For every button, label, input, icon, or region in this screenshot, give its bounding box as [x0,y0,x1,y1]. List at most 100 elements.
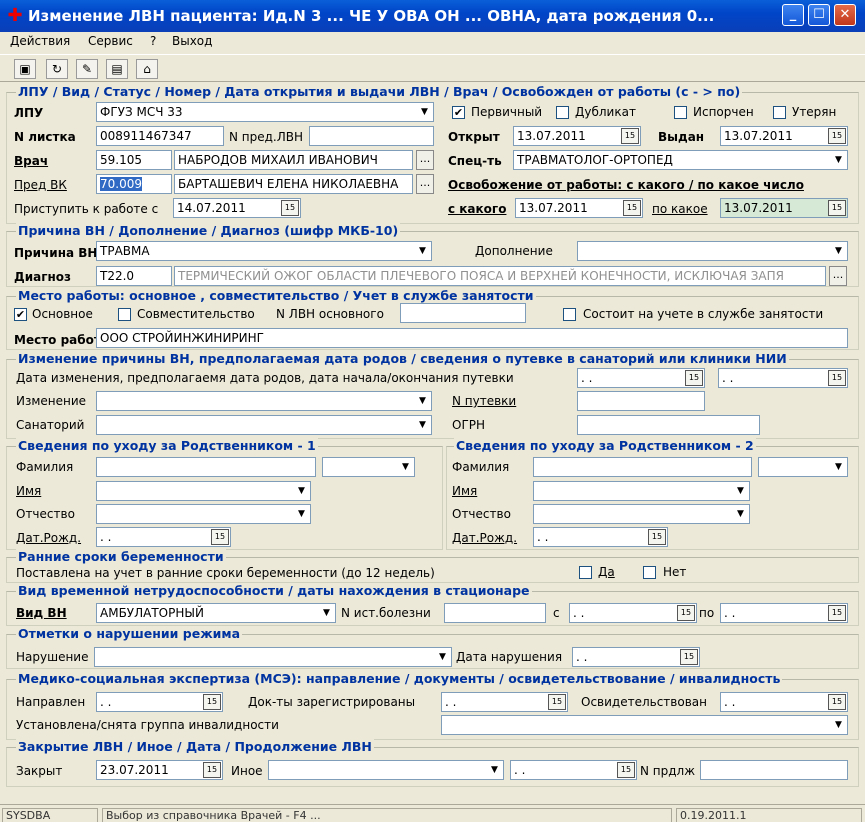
save-button[interactable]: ▣ [14,59,36,79]
menu-bar: Действия Сервис ? Выход [0,32,865,52]
menu-help[interactable]: ? [150,34,156,48]
book-button[interactable]: ▤ [106,59,128,79]
addition-select[interactable]: ▼ [577,241,848,261]
violation-select[interactable]: ▼ [94,647,452,667]
sanat-select[interactable]: ▼ [96,415,432,435]
other-select[interactable]: ▼ [268,760,504,780]
diag-code-input[interactable]: T22.0 [96,266,172,286]
nprev-input[interactable] [309,126,434,146]
cont-input[interactable] [700,760,848,780]
spoiled-checkbox[interactable] [674,106,687,119]
other-date[interactable]: . . 15 [510,760,637,780]
exam-date[interactable]: . . 15 [720,692,848,712]
calendar-icon[interactable]: 15 [685,370,703,386]
calendar-icon[interactable]: 15 [621,128,639,144]
calendar-icon[interactable]: 15 [211,529,229,545]
ogrn-input[interactable] [577,415,760,435]
change-select[interactable]: ▼ [96,391,432,411]
calendar-icon[interactable]: 15 [828,200,846,216]
change-date-1[interactable]: . . 15 [577,368,705,388]
docs-date[interactable]: . . 15 [441,692,568,712]
menu-exit[interactable]: Выход [172,34,212,48]
calendar-icon[interactable]: 15 [828,605,846,621]
stay-from-date[interactable]: . . 15 [569,603,697,623]
calendar-icon[interactable]: 15 [203,694,221,710]
doctor-code-input[interactable]: 59.105 [96,150,172,170]
issued-date[interactable]: 13.07.2011 15 [720,126,848,146]
return-date[interactable]: 14.07.2011 15 [173,198,301,218]
release-from-date[interactable]: 13.07.2011 15 [515,198,643,218]
doctor-name-input[interactable]: НАБРОДОВ МИХАИЛ ИВАНОВИЧ [174,150,413,170]
calendar-icon[interactable]: 15 [828,370,846,386]
doctor-lookup-button[interactable]: ... [416,150,434,170]
chevron-down-icon: ▼ [830,716,847,734]
rel1-surname-input[interactable] [96,457,316,477]
sent-date[interactable]: . . 15 [96,692,223,712]
stay-to-date[interactable]: . . 15 [720,603,848,623]
lost-checkbox[interactable] [773,106,786,119]
kind-select[interactable]: АМБУЛАТОРНЫЙ ▼ [96,603,336,623]
calendar-icon[interactable]: 15 [648,529,666,545]
calendar-icon[interactable]: 15 [281,200,299,216]
close-button[interactable]: ✕ [834,4,856,26]
employment-checkbox[interactable] [563,308,576,321]
chevron-down-icon: ▼ [732,482,749,500]
hist-input[interactable] [444,603,546,623]
rel2-patronymic-select[interactable]: ▼ [533,504,750,524]
release-to-date[interactable]: 13.07.2011 15 [720,198,848,218]
rel1-patronymic-select[interactable]: ▼ [96,504,311,524]
rel1-dob-date[interactable]: . . 15 [96,527,231,547]
calendar-icon[interactable]: 15 [680,649,698,665]
spec-value: ТРАВМАТОЛОГ-ОРТОПЕД [517,153,673,167]
partial-job-checkbox[interactable] [118,308,131,321]
change-date-2[interactable]: . . 15 [718,368,848,388]
nlist-input[interactable]: 008911467347 [96,126,224,146]
calendar-icon[interactable]: 15 [203,762,221,778]
rel2-kin-select[interactable]: ▼ [758,457,848,477]
refresh-button[interactable]: ↻ [46,59,68,79]
maximize-button[interactable]: ☐ [808,4,830,26]
opened-date[interactable]: 13.07.2011 15 [513,126,641,146]
pregnancy-no-checkbox[interactable] [643,566,656,579]
primary-checkbox[interactable]: ✔ [452,106,465,119]
vk-lookup-button[interactable]: ... [416,174,434,194]
rel1-name-select[interactable]: ▼ [96,481,311,501]
pregnancy-yes-label: Да [598,565,615,579]
closed-label: Закрыт [16,764,63,778]
docs-value: . . [445,695,457,709]
menu-actions[interactable]: Действия [10,34,70,48]
menu-service[interactable]: Сервис [88,34,133,48]
calendar-icon[interactable]: 15 [828,694,846,710]
pregnancy-yes-checkbox[interactable] [579,566,592,579]
spec-select[interactable]: ТРАВМАТОЛОГ-ОРТОПЕД ▼ [513,150,848,170]
return-label: Приступить к работе с [14,202,159,216]
work-input[interactable]: ООО СТРОЙИНЖИНИРИНГ [96,328,848,348]
calendar-icon[interactable]: 15 [617,762,635,778]
violation-date[interactable]: . . 15 [572,647,700,667]
spec-label: Спец-ть [448,154,502,168]
reason-select[interactable]: ТРАВМА ▼ [96,241,432,261]
calendar-icon[interactable]: 15 [623,200,641,216]
rel2-name-select[interactable]: ▼ [533,481,750,501]
rel1-kin-select[interactable]: ▼ [322,457,415,477]
diag-lookup-button[interactable]: ... [829,266,847,286]
closed-date[interactable]: 23.07.2011 15 [96,760,223,780]
calendar-icon[interactable]: 15 [828,128,846,144]
disability-select[interactable]: ▼ [441,715,848,735]
rel2-dob-date[interactable]: . . 15 [533,527,668,547]
voucher-input[interactable] [577,391,705,411]
rel1-dob-label: Дат.Рожд. [16,531,82,545]
nmain-input[interactable] [400,303,526,323]
calendar-icon[interactable]: 15 [677,605,695,621]
vk-code-input[interactable]: 70.009 [96,174,172,194]
vk-name-input[interactable]: БАРТАШЕВИЧ ЕЛЕНА НИКОЛАЕВНА [174,174,413,194]
minimize-button[interactable]: _ [782,4,804,26]
lpu-select[interactable]: ФГУЗ МСЧ 33 ▼ [96,102,434,122]
main-job-checkbox[interactable]: ✔ [14,308,27,321]
duplicate-checkbox[interactable] [556,106,569,119]
diag-text-input[interactable]: ТЕРМИЧЕСКИЙ ОЖОГ ОБЛАСТИ ПЛЕЧЕВОГО ПОЯСА… [174,266,826,286]
doctor-button[interactable]: ✎ [76,59,98,79]
home-button[interactable]: ⌂ [136,59,158,79]
calendar-icon[interactable]: 15 [548,694,566,710]
rel2-surname-input[interactable] [533,457,752,477]
